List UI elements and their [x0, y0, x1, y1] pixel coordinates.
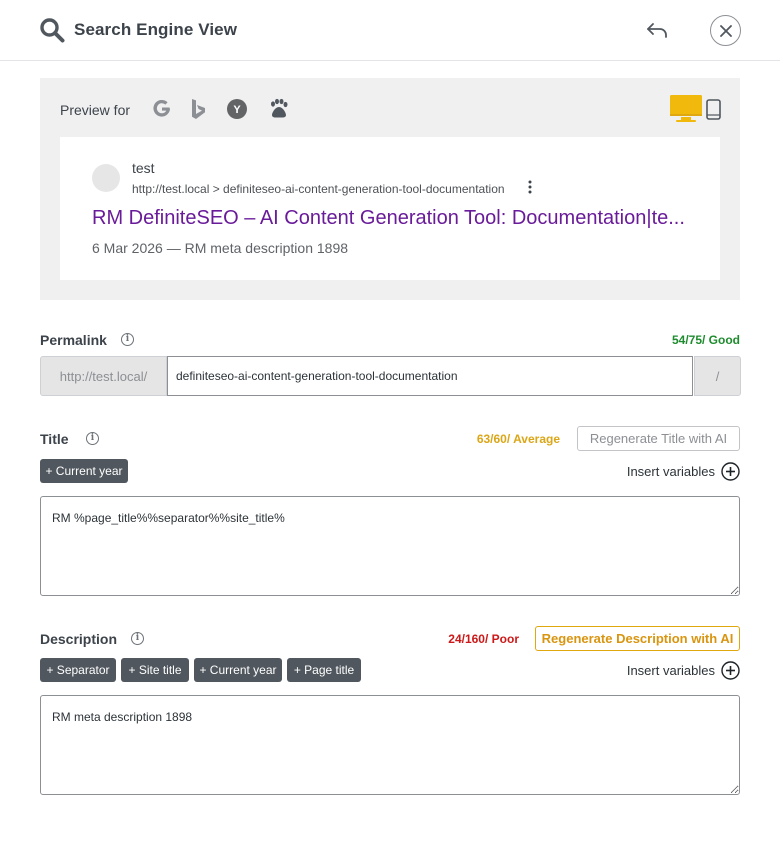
preview-for-label: Preview for — [60, 102, 131, 118]
bing-engine-button[interactable] — [186, 97, 210, 121]
permalink-suffix: / — [694, 356, 741, 396]
serp-description: 6 Mar 2026 — RM meta description 1898 — [92, 240, 348, 256]
baidu-engine-button[interactable] — [267, 97, 291, 121]
description-textarea[interactable]: RM meta description 1898 — [40, 695, 740, 795]
desktop-icon[interactable] — [669, 94, 703, 124]
add-separator-button[interactable]: + Separator — [40, 658, 116, 682]
undo-button[interactable] — [643, 18, 671, 44]
info-icon[interactable]: i — [131, 632, 144, 645]
insert-variables-button[interactable]: Insert variables — [627, 661, 740, 680]
baidu-icon — [271, 98, 288, 118]
serp-title-link[interactable]: RM DefiniteSEO – AI Content Generation T… — [92, 207, 692, 230]
info-icon[interactable]: i — [86, 432, 99, 445]
close-icon — [719, 24, 732, 37]
serp-description-text: RM meta description 1898 — [184, 240, 349, 256]
insert-variables-label: Insert variables — [626, 464, 715, 479]
kebab-menu-icon[interactable] — [526, 179, 534, 195]
description-score: 24/160/ Poor — [448, 632, 519, 646]
insert-variables-button[interactable]: Insert variables — [627, 462, 740, 481]
google-icon — [153, 99, 170, 117]
regenerate-title-button[interactable]: Regenerate Title with AI — [577, 426, 740, 451]
yahoo-icon: Y — [227, 99, 247, 119]
plus-circle-icon — [721, 462, 740, 481]
serp-url: http://test.local > definiteseo-ai-conte… — [132, 182, 505, 196]
close-button[interactable] — [710, 15, 741, 46]
serp-preview-panel: Preview for Y test http://test.local > d… — [40, 78, 740, 300]
site-favicon — [92, 164, 120, 192]
permalink-score: 54/75/ Good — [671, 333, 740, 347]
search-icon — [40, 18, 65, 43]
svg-text:Y: Y — [233, 104, 241, 116]
yahoo-engine-button[interactable]: Y — [225, 97, 249, 121]
regenerate-description-button[interactable]: Regenerate Description with AI — [535, 626, 740, 651]
modal-header: Search Engine View — [0, 0, 780, 61]
insert-variables-label: Insert variables — [626, 663, 715, 678]
info-icon[interactable]: i — [121, 333, 134, 346]
add-current-year-button[interactable]: + Current year — [40, 459, 128, 483]
serp-date: 6 Mar 2026 — [92, 240, 163, 256]
serp-result-card: test http://test.local > definiteseo-ai-… — [60, 137, 720, 280]
title-score: 63/60/ Average — [476, 432, 560, 446]
add-current-year-button[interactable]: + Current year — [194, 658, 282, 682]
google-engine-button[interactable] — [150, 97, 174, 121]
permalink-label: Permalink — [40, 332, 107, 348]
page-title: Search Engine View — [74, 20, 238, 39]
description-label: Description — [40, 631, 118, 647]
bing-icon — [192, 99, 205, 119]
add-page-title-button[interactable]: + Page title — [287, 658, 361, 682]
add-site-title-button[interactable]: + Site title — [121, 658, 189, 682]
title-textarea[interactable]: RM %page_title%%separator%%site_title% — [40, 496, 740, 596]
plus-circle-icon — [721, 661, 740, 680]
undo-arrow-icon — [647, 23, 667, 38]
permalink-prefix: http://test.local/ — [40, 356, 167, 396]
serp-separator: — — [166, 240, 181, 256]
title-label: Title — [40, 431, 69, 447]
mobile-icon[interactable] — [706, 99, 721, 120]
permalink-input[interactable] — [167, 356, 693, 396]
serp-site-name: test — [132, 160, 155, 176]
